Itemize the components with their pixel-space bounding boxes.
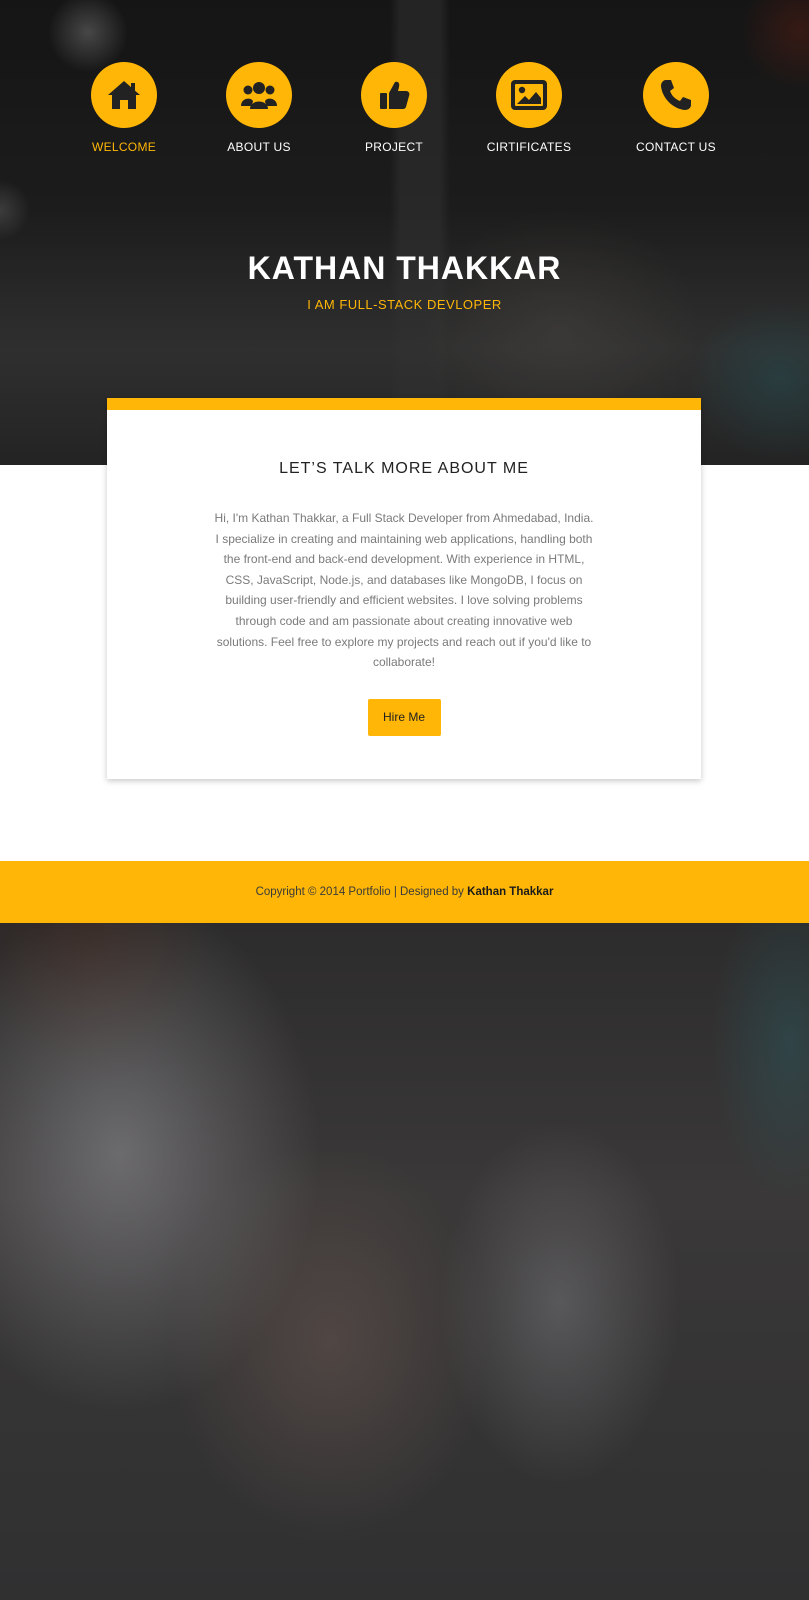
home-icon	[106, 79, 142, 111]
nav-label-about-us: ABOUT US	[227, 140, 291, 154]
image-icon	[509, 77, 549, 113]
nav-label-contact-us: CONTACT US	[636, 140, 716, 154]
phone-icon	[659, 78, 693, 112]
nav-label-welcome: WELCOME	[91, 140, 157, 154]
nav-item-contact-us[interactable]: CONTACT US	[611, 62, 741, 154]
bottom-background	[0, 923, 809, 1600]
hero-tagline: I AM FULL-STACK DEVLOPER	[307, 297, 502, 312]
hire-me-button[interactable]: Hire Me	[367, 698, 441, 736]
about-text: Hi, I'm Kathan Thakkar, a Full Stack Dev…	[214, 511, 594, 670]
nav-circle	[643, 62, 709, 128]
nav-item-project[interactable]: PROJECT	[329, 62, 459, 154]
nav-circle	[496, 62, 562, 128]
users-icon	[240, 79, 278, 111]
nav-item-welcome[interactable]: WELCOME	[59, 62, 189, 154]
nav-circle	[91, 62, 157, 128]
nav-label-project: PROJECT	[364, 140, 424, 154]
nav-item-about-us[interactable]: ABOUT US	[194, 62, 324, 154]
nav-circle	[226, 62, 292, 128]
nav-label-cirtificates: CIRTIFICATES	[486, 140, 572, 154]
footer-author: Kathan Thakkar	[467, 886, 554, 898]
hero-name: KATHAN THAKKAR	[247, 250, 562, 286]
nav-circle	[361, 62, 427, 128]
about-card: LET’S TALK MORE ABOUT ME Hi, I'm Kathan …	[107, 398, 701, 779]
about-title: LET’S TALK MORE ABOUT ME	[279, 460, 529, 477]
footer-copyright: Copyright © 2014 Portfolio | Designed by	[255, 886, 464, 898]
nav-item-cirtificates[interactable]: CIRTIFICATES	[464, 62, 594, 154]
footer: Copyright © 2014 Portfolio | Designed by…	[0, 861, 809, 923]
thumbs-up-icon	[377, 78, 411, 112]
